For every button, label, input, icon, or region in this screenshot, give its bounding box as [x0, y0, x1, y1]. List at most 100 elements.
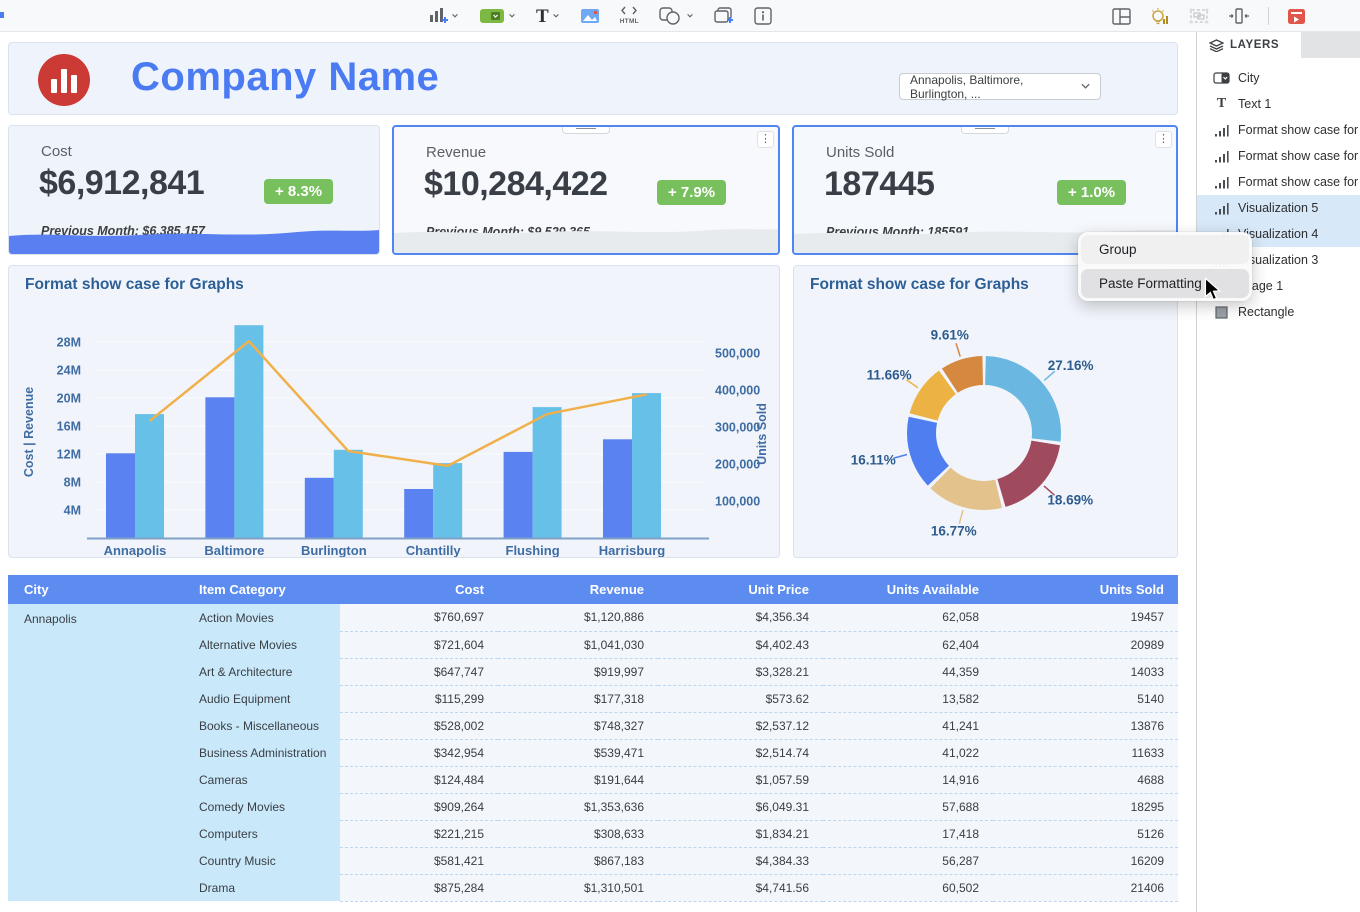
add-chart-button[interactable] [428, 7, 459, 25]
add-image-icon [580, 8, 600, 24]
revenue-bar[interactable] [533, 407, 562, 538]
right-axis-tick: 200,000 [715, 458, 760, 472]
value-cell: 14033 [993, 658, 1178, 685]
item-category-cell: Art & Architecture [183, 658, 340, 685]
revenue-bar[interactable] [334, 450, 363, 538]
kpi-value: $10,284,422 [424, 165, 608, 204]
kpi-title: Cost [41, 143, 72, 160]
city-filter-dropdown[interactable]: Annapolis, Baltimore, Burlington, ... [899, 73, 1101, 100]
left-axis-tick: 12M [57, 448, 81, 462]
add-text-icon: T [536, 7, 549, 26]
table-header-cell: City [8, 575, 183, 604]
table-row: Comedy Movies$909,264$1,353,636$6,049.31… [8, 793, 1178, 820]
layer-item-rectangle[interactable]: Rectangle [1197, 299, 1360, 325]
slice-percent-label: 18.69% [1047, 492, 1093, 507]
kebab-menu-icon[interactable]: ⋮ [1155, 131, 1172, 148]
value-cell: 20989 [993, 631, 1178, 658]
table-row: Books - Miscellaneous$528,002$748,327$2,… [8, 712, 1178, 739]
add-frame-button[interactable] [714, 7, 734, 25]
insights-button[interactable] [1149, 7, 1170, 26]
label-leader-line [959, 510, 963, 524]
add-image-button[interactable] [580, 8, 600, 24]
align-button[interactable] [1228, 7, 1250, 25]
present-icon [1287, 8, 1306, 25]
layers-icon [1209, 39, 1224, 52]
left-axis-tick: 8M [64, 476, 81, 490]
value-cell: $191,644 [498, 766, 658, 793]
category-label: Chantilly [406, 543, 462, 557]
chevron-down-icon [1081, 83, 1090, 90]
kpi-card-cost[interactable]: Cost $6,912,841 + 8.3% Previous Month: $… [8, 125, 380, 255]
layers-tab[interactable]: LAYERS [1197, 32, 1301, 58]
layer-item-format-show-case-for[interactable]: Format show case for … [1197, 117, 1360, 143]
layer-item-visualization-5[interactable]: Visualization 5 [1197, 195, 1360, 221]
kpi-value: $6,912,841 [39, 164, 204, 203]
layer-item-text-1[interactable]: TText 1 [1197, 91, 1360, 117]
logo-bar [61, 69, 67, 93]
logo-bar [51, 79, 57, 93]
kpi-title: Revenue [426, 144, 486, 161]
table-header-cell: Units Sold [993, 575, 1178, 604]
value-cell: 41,241 [823, 712, 993, 739]
drag-handle[interactable] [562, 125, 610, 134]
table-header-cell: Revenue [498, 575, 658, 604]
present-button[interactable] [1287, 8, 1306, 25]
menu-item-group[interactable]: Group [1081, 235, 1249, 264]
info-container-button[interactable] [754, 7, 772, 25]
category-label: Harrisburg [599, 543, 666, 557]
value-cell: 60,502 [823, 874, 993, 901]
value-cell: 16209 [993, 847, 1178, 874]
kebab-menu-icon[interactable]: ⋮ [757, 131, 774, 148]
toolbar-separator [1268, 7, 1269, 25]
category-label: Burlington [301, 543, 367, 557]
kpi-sparkline-area [9, 224, 379, 254]
item-category-cell: Alternative Movies [183, 631, 340, 658]
table-header-cell: Units Available [823, 575, 993, 604]
layout-button[interactable] [1112, 8, 1131, 25]
group-selection-button[interactable] [1188, 7, 1210, 25]
donut-chart: 27.16%18.69%16.77%16.11%11.66%9.61% [794, 266, 1177, 557]
value-cell: 11633 [993, 739, 1178, 766]
control-icon [1213, 71, 1230, 85]
layer-item-format-show-case-for[interactable]: Format show case for … [1197, 169, 1360, 195]
color-theme-icon [479, 8, 505, 24]
add-shape-button[interactable] [659, 7, 694, 25]
revenue-bar[interactable] [234, 325, 263, 538]
table-header-cell: Cost [340, 575, 498, 604]
drag-handle[interactable] [961, 125, 1009, 134]
table-header-cell: Item Category [183, 575, 340, 604]
kpi-value: 187445 [824, 165, 934, 204]
cost-bar[interactable] [106, 453, 135, 538]
revenue-bar[interactable] [433, 463, 462, 538]
revenue-bar[interactable] [135, 414, 164, 538]
cost-bar[interactable] [305, 478, 334, 538]
kpi-delta-badge: + 7.9% [657, 180, 726, 205]
cost-bar[interactable] [504, 452, 533, 538]
value-cell: $573.62 [658, 685, 823, 712]
value-cell: 62,404 [823, 631, 993, 658]
context-menu: Group Paste Formatting [1078, 232, 1252, 301]
color-theme-button[interactable] [479, 8, 516, 24]
combo-chart-widget[interactable]: Format show case for Graphs 4M8M12M16M20… [8, 265, 780, 558]
add-text-button[interactable]: T [536, 7, 560, 26]
layer-item-format-show-case-for[interactable]: Format show case for … [1197, 143, 1360, 169]
table-row: Drama$875,284$1,310,501$4,741.5660,50221… [8, 874, 1178, 901]
kpi-card-revenue[interactable]: ⋮ Revenue $10,284,422 + 7.9% Previous Mo… [392, 125, 780, 255]
kpi-delta-badge: + 1.0% [1057, 180, 1126, 205]
donut-chart-widget[interactable]: Format show case for Graphs 27.16%18.69%… [793, 265, 1178, 558]
cost-bar[interactable] [404, 489, 433, 538]
item-category-cell: Computers [183, 820, 340, 847]
cost-bar[interactable] [205, 397, 234, 538]
cost-bar[interactable] [603, 439, 632, 538]
revenue-bar[interactable] [632, 393, 661, 538]
menu-item-paste-formatting[interactable]: Paste Formatting [1081, 269, 1249, 298]
left-axis-tick: 20M [57, 392, 81, 406]
embed-html-button[interactable]: HTML [620, 6, 639, 26]
dashboard-header-widget[interactable]: Company Name Annapolis, Baltimore, Burli… [8, 42, 1178, 115]
layer-item-city[interactable]: City [1197, 65, 1360, 91]
dashboard-canvas: Company Name Annapolis, Baltimore, Burli… [0, 32, 1196, 912]
chart-icon [1213, 201, 1230, 215]
layer-label: Rectangle [1238, 305, 1294, 319]
value-cell: $1,310,501 [498, 874, 658, 901]
data-table-widget[interactable]: CityItem CategoryCostRevenueUnit PriceUn… [8, 575, 1178, 902]
